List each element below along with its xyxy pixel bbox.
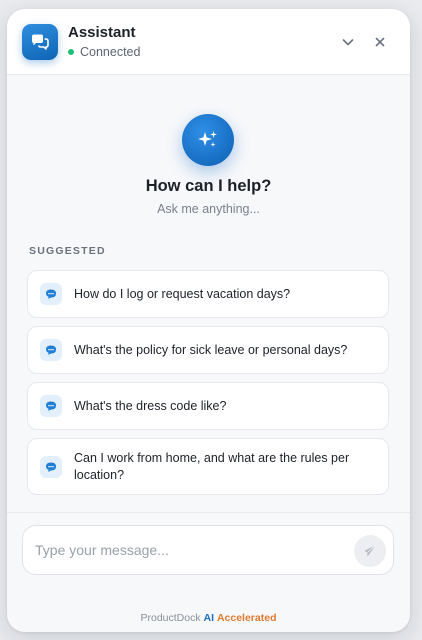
- chat-bubbles-icon: [32, 34, 49, 50]
- suggestion-icon-badge: [40, 283, 62, 305]
- chat-bubble-icon: [46, 289, 56, 299]
- suggestion-text: What's the policy for sick leave or pers…: [74, 342, 348, 357]
- chevron-down-icon: [342, 39, 354, 46]
- composer-area: ProductDock AI Accelerated: [7, 512, 410, 632]
- suggestion-card-work-from-home[interactable]: Can I work from home, and what are the r…: [27, 438, 389, 495]
- suggestion-icon-badge: [40, 339, 62, 361]
- suggestion-card-sick-leave[interactable]: What's the policy for sick leave or pers…: [27, 326, 389, 374]
- suggestion-text: What's the dress code like?: [74, 398, 227, 413]
- status-dot: [68, 49, 74, 55]
- suggestion-icon-badge: [40, 395, 62, 417]
- branding: ProductDock AI Accelerated: [7, 612, 410, 624]
- minimize-button[interactable]: [338, 32, 358, 52]
- chat-bubble-icon: [46, 401, 56, 411]
- send-button[interactable]: [354, 535, 386, 567]
- suggestion-card-vacation[interactable]: How do I log or request vacation days?: [27, 270, 389, 318]
- chat-bubble-icon: [46, 345, 56, 355]
- suggested-label: SUGGESTED: [29, 245, 106, 257]
- message-input[interactable]: [35, 526, 345, 574]
- assistant-title: Assistant: [68, 24, 136, 41]
- suggestion-icon-badge: [40, 455, 62, 478]
- welcome-title: How can I help?: [145, 177, 272, 195]
- close-button[interactable]: [370, 32, 390, 52]
- suggestion-text: Can I work from home, and what are the r…: [74, 450, 350, 482]
- chat-bubble-icon: [46, 462, 56, 472]
- welcome-subtitle: Ask me anything...: [157, 202, 260, 216]
- message-box: [22, 525, 394, 575]
- send-icon: [364, 545, 376, 557]
- connection-status: Connected: [68, 45, 140, 59]
- brand-ai: AI: [203, 612, 215, 624]
- sparkles-icon: [198, 131, 217, 147]
- status-text: Connected: [80, 45, 141, 59]
- suggestion-list: How do I log or request vacation days? W…: [27, 270, 389, 503]
- close-icon: [375, 37, 385, 47]
- chat-widget: Assistant Connected How can I help? Ask …: [7, 9, 410, 632]
- brand-accelerated: Accelerated: [216, 612, 277, 624]
- suggestion-text: How do I log or request vacation days?: [74, 286, 291, 301]
- sparkles-badge: [182, 114, 234, 166]
- chat-header: Assistant Connected: [7, 9, 410, 75]
- suggestion-card-dress-code[interactable]: What's the dress code like?: [27, 382, 389, 430]
- assistant-avatar: [22, 24, 58, 60]
- brand-name: ProductDock: [140, 612, 201, 624]
